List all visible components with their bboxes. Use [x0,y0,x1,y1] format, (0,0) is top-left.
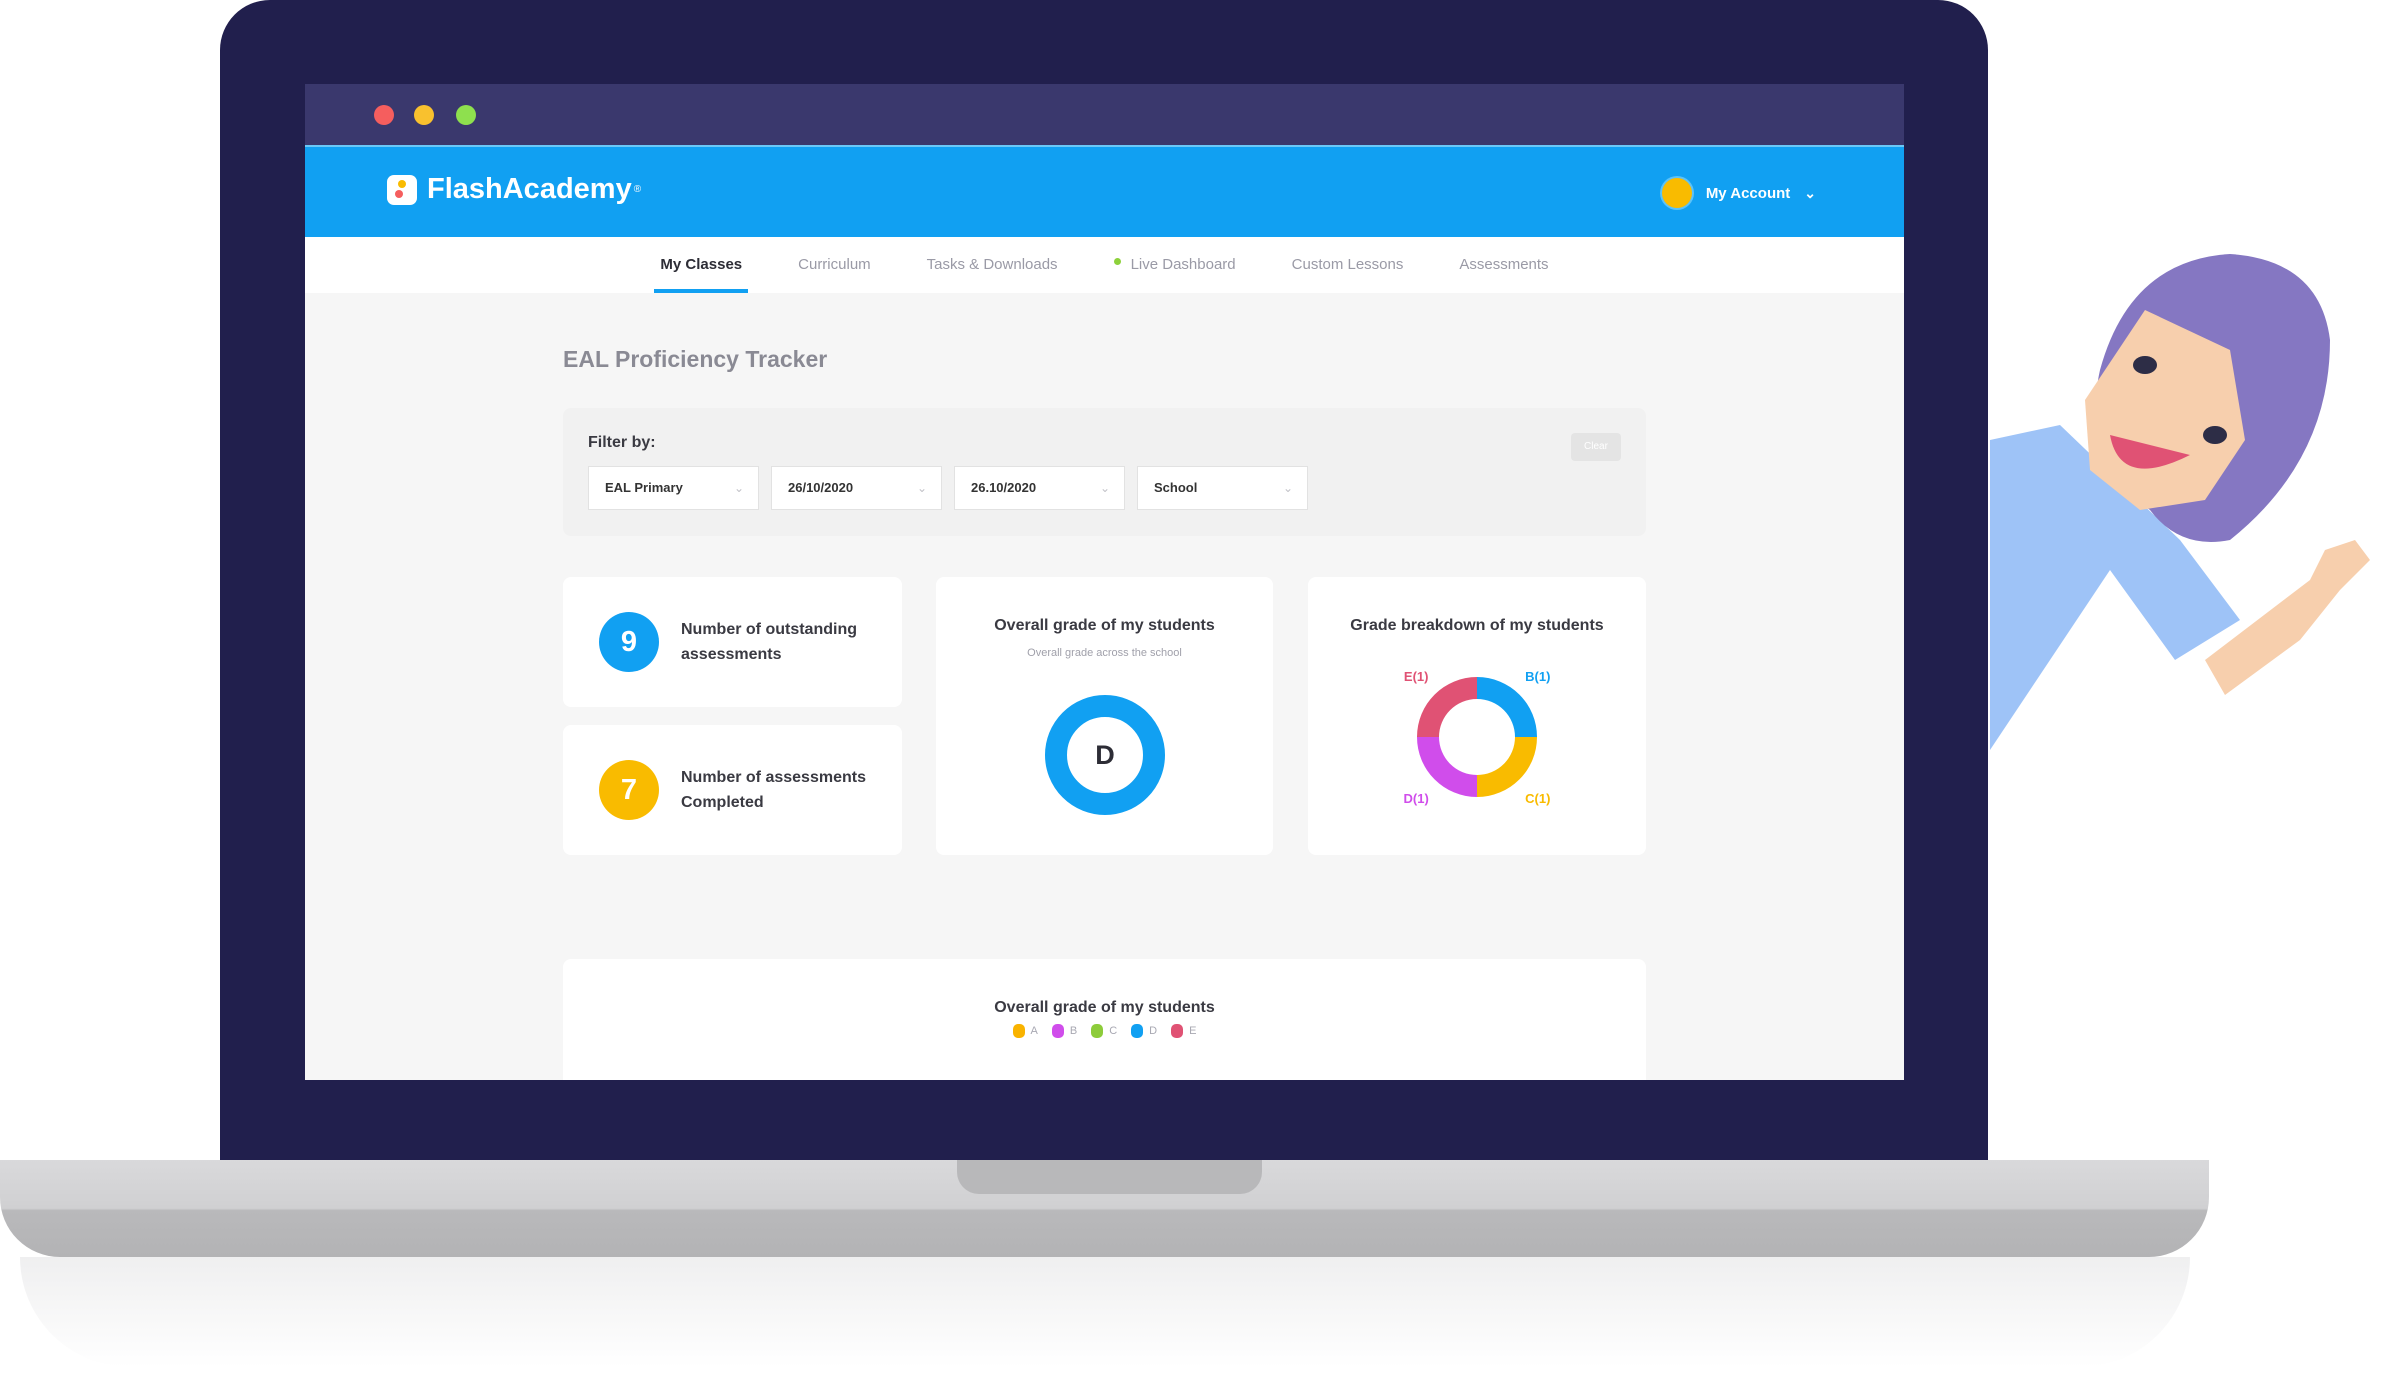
account-menu[interactable]: My Account ⌄ [1661,178,1816,208]
tab-tasks-downloads[interactable]: Tasks & Downloads [899,237,1086,293]
maximize-button[interactable] [456,105,476,125]
chevron-down-icon: ⌄ [1804,184,1816,201]
overall-grade-chart-card: Overall grade of my students A B C D E [563,959,1646,1080]
live-indicator-icon [1113,257,1121,265]
outstanding-assessments-card: 9 Number of outstanding assessments [563,577,902,707]
legend-label: A [1030,1025,1038,1037]
select-value: EAL Primary [605,480,683,495]
legend-label: B [1069,1025,1078,1037]
main-nav: My Classes Curriculum Tasks & Downloads … [305,237,1904,293]
filter-panel: Filter by: Clear EAL Primary ⌄ 26/10/2020… [563,408,1646,536]
mascot-eye [2133,356,2157,374]
logo-icon [387,174,417,205]
mascot-eye [2203,426,2227,444]
tab-label: Curriculum [798,256,871,273]
mascot-illustration [1990,254,2370,750]
app-header: FlashAcademy ® My Account ⌄ [305,145,1904,237]
end-date-select[interactable]: 26.10/2020 ⌄ [954,466,1125,510]
filter-label: Filter by: [588,434,656,451]
legend-item-A[interactable]: A [1012,1024,1038,1038]
legend-swatch [1171,1024,1184,1038]
scope-select[interactable]: School ⌄ [1137,466,1308,510]
chevron-down-icon: ⌄ [916,481,927,495]
legend-swatch [1091,1024,1104,1038]
tab-curriculum[interactable]: Curriculum [770,237,899,293]
class-select[interactable]: EAL Primary ⌄ [588,466,759,510]
legend-item-D[interactable]: D [1131,1024,1157,1038]
registered-mark: ® [633,184,642,195]
legend-label: C [1109,1025,1118,1037]
donut-slice-C [1477,737,1537,797]
legend-swatch [1012,1024,1025,1038]
legend-item-E[interactable]: E [1171,1024,1196,1038]
tab-my-classes[interactable]: My Classes [632,237,770,293]
completed-assessments-card: 7 Number of assessments Completed [563,725,902,855]
laptop-notch [957,1160,1262,1194]
card-title: Grade breakdown of my students [1350,617,1604,634]
donut-slice-B [1477,677,1537,737]
stat-value: 9 [599,612,659,672]
card-subtitle: Overall grade across the school [1027,647,1182,659]
tab-label: Assessments [1459,256,1549,273]
legend-label: D [1149,1025,1158,1037]
select-value: 26.10/2020 [971,480,1037,495]
chart-legend: A B C D E [563,1024,1646,1038]
legend-item-C[interactable]: C [1091,1024,1117,1038]
legend-item-B[interactable]: B [1051,1024,1078,1038]
donut-slice-E [1417,677,1477,737]
legend-swatch [1131,1024,1144,1038]
tab-label: My Classes [660,256,743,273]
legend-label: E [1189,1025,1197,1037]
tab-label: Live Dashboard [1130,256,1236,273]
card-title: Overall grade of my students [994,999,1215,1016]
card-title: Overall grade of my students [994,617,1215,634]
stat-value: 7 [599,760,659,820]
window-titlebar [305,84,1904,145]
donut-label-E: E(1) [1404,669,1429,684]
grade-breakdown-donut: B(1) C(1) D(1) E(1) [1404,669,1551,806]
clear-button[interactable]: Clear [1571,433,1621,461]
tab-custom-lessons[interactable]: Custom Lessons [1264,237,1432,293]
legend-swatch [1051,1024,1064,1038]
tab-live-dashboard[interactable]: Live Dashboard [1086,237,1264,293]
tab-label: Custom Lessons [1291,256,1404,273]
tab-label: Tasks & Downloads [926,256,1058,273]
stat-label: Number of assessments Completed [681,769,866,811]
overall-grade-value: D [1095,740,1115,770]
donut-label-C: C(1) [1525,791,1550,806]
avatar [1661,178,1692,208]
chevron-down-icon: ⌄ [733,481,744,495]
chevron-down-icon: ⌄ [1282,481,1293,495]
account-label: My Account [1705,184,1791,202]
stat-label: Number of outstanding assessments [681,621,857,663]
select-value: 26/10/2020 [788,480,854,495]
brand-logo[interactable]: FlashAcademy ® [387,173,641,206]
tab-assessments[interactable]: Assessments [1431,237,1576,293]
close-button[interactable] [374,105,394,125]
brand-name: FlashAcademy [427,173,632,205]
donut-label-D: D(1) [1404,791,1429,806]
overall-grade-card: Overall grade of my students Overall gra… [936,577,1273,855]
chevron-down-icon: ⌄ [1099,481,1110,495]
donut-label-B: B(1) [1525,669,1550,684]
grade-breakdown-card: Grade breakdown of my students B(1) C(1) D… [1308,577,1646,855]
laptop-shadow [20,1257,2190,1367]
start-date-select[interactable]: 26/10/2020 ⌄ [771,466,942,510]
page-title: EAL Proficiency Tracker [563,346,828,372]
donut-slice-D [1417,737,1477,797]
minimize-button[interactable] [414,105,434,125]
app-screen: FlashAcademy ® My Account ⌄ My Classes Cu… [305,84,1904,1080]
select-value: School [1154,480,1198,495]
